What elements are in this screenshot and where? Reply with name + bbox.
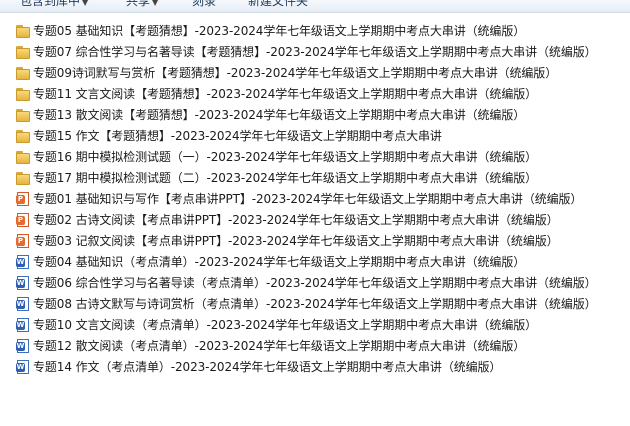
folder-icon <box>15 65 31 81</box>
file-name: 专题12 散文阅读（考点清单）-2023-2024学年七年级语文上学期期中考点大… <box>33 339 526 353</box>
file-row[interactable]: P 专题03 记叙文阅读【考点串讲PPT】-2023-2024学年七年级语文上学期… <box>0 230 630 251</box>
file-row[interactable]: W 专题14 作文（考点清单）-2023-2024学年七年级语文上学期期中考点大串… <box>0 356 630 377</box>
file-name: 专题06 综合性学习与名著导读（考点清单）-2023-2024学年七年级语文上学… <box>33 276 597 290</box>
powerpoint-file-icon: P <box>15 212 31 228</box>
share-button[interactable]: 共享 ▼ <box>126 0 158 9</box>
file-name: 专题07 综合性学习与名著导读【考题猜想】-2023-2024学年七年级语文上学… <box>33 45 597 59</box>
file-row[interactable]: 专题09诗词默写与赏析【考题猜想】-2023-2024学年七年级语文上学期期中考… <box>0 62 630 83</box>
file-name: 专题13 散文阅读【考题猜想】-2023-2024学年七年级语文上学期期中考点大… <box>33 108 526 122</box>
folder-icon <box>15 128 31 144</box>
file-name: 专题10 文言文阅读（考点清单）-2023-2024学年七年级语文上学期期中考点… <box>33 318 538 332</box>
file-row[interactable]: W 专题08 古诗文默写与诗词赏析（考点清单）-2023-2024学年七年级语文上… <box>0 293 630 314</box>
file-row[interactable]: P 专题02 古诗文阅读【考点串讲PPT】-2023-2024学年七年级语文上学期… <box>0 209 630 230</box>
include-in-library-label: 包含到库中 <box>20 0 81 8</box>
file-name: 专题02 古诗文阅读【考点串讲PPT】-2023-2024学年七年级语文上学期期… <box>33 213 559 227</box>
new-folder-button[interactable]: 新建文件夹 <box>248 0 308 9</box>
word-file-icon: W <box>15 275 31 291</box>
file-name: 专题05 基础知识【考题猜想】-2023-2024学年七年级语文上学期期中考点大… <box>33 24 526 38</box>
file-row[interactable]: W 专题04 基础知识（考点清单）-2023-2024学年七年级语文上学期期中考点… <box>0 251 630 272</box>
burn-label: 刻录 <box>192 0 217 8</box>
word-file-icon: W <box>15 254 31 270</box>
word-file-icon: W <box>15 359 31 375</box>
file-row[interactable]: 专题13 散文阅读【考题猜想】-2023-2024学年七年级语文上学期期中考点大… <box>0 104 630 125</box>
file-row[interactable]: 专题05 基础知识【考题猜想】-2023-2024学年七年级语文上学期期中考点大… <box>0 20 630 41</box>
file-row[interactable]: 专题16 期中模拟检测试题（一）-2023-2024学年七年级语文上学期期中考点… <box>0 146 630 167</box>
file-row[interactable]: W 专题12 散文阅读（考点清单）-2023-2024学年七年级语文上学期期中考点… <box>0 335 630 356</box>
file-name: 专题04 基础知识（考点清单）-2023-2024学年七年级语文上学期期中考点大… <box>33 255 526 269</box>
folder-icon <box>15 23 31 39</box>
include-in-library-arrow-icon: ▼ <box>82 0 89 7</box>
folder-icon <box>15 86 31 102</box>
file-name: 专题16 期中模拟检测试题（一）-2023-2024学年七年级语文上学期期中考点… <box>33 150 538 164</box>
file-name: 专题15 作文【考题猜想】-2023-2024学年七年级语文上学期期中考点大串讲 <box>33 129 442 143</box>
file-name: 专题08 古诗文默写与诗词赏析（考点清单）-2023-2024学年七年级语文上学… <box>33 297 597 311</box>
burn-button[interactable]: 刻录 <box>192 0 216 9</box>
word-file-icon: W <box>15 317 31 333</box>
file-row[interactable]: 专题07 综合性学习与名著导读【考题猜想】-2023-2024学年七年级语文上学… <box>0 41 630 62</box>
folder-icon <box>15 107 31 123</box>
share-label: 共享 <box>126 0 151 8</box>
new-folder-label: 新建文件夹 <box>248 0 309 8</box>
file-row[interactable]: 专题15 作文【考题猜想】-2023-2024学年七年级语文上学期期中考点大串讲 <box>0 125 630 146</box>
folder-icon <box>15 149 31 165</box>
include-in-library-button[interactable]: 包含到库中 ▼ <box>20 0 88 9</box>
file-name: 专题09诗词默写与赏析【考题猜想】-2023-2024学年七年级语文上学期期中考… <box>33 66 558 80</box>
word-file-icon: W <box>15 296 31 312</box>
file-name: 专题14 作文（考点清单）-2023-2024学年七年级语文上学期期中考点大串讲… <box>33 360 502 374</box>
word-file-icon: W <box>15 338 31 354</box>
command-bar: 包含到库中 ▼ 共享 ▼ 刻录 新建文件夹 <box>0 0 630 13</box>
folder-icon <box>15 170 31 186</box>
file-name: 专题17 期中模拟检测试题（二）-2023-2024学年七年级语文上学期期中考点… <box>33 171 538 185</box>
share-arrow-icon: ▼ <box>152 0 159 7</box>
file-row[interactable]: 专题11 文言文阅读【考题猜想】-2023-2024学年七年级语文上学期期中考点… <box>0 83 630 104</box>
file-row[interactable]: W 专题10 文言文阅读（考点清单）-2023-2024学年七年级语文上学期期中考… <box>0 314 630 335</box>
file-name: 专题03 记叙文阅读【考点串讲PPT】-2023-2024学年七年级语文上学期期… <box>33 234 559 248</box>
file-row[interactable]: 专题17 期中模拟检测试题（二）-2023-2024学年七年级语文上学期期中考点… <box>0 167 630 188</box>
file-name: 专题11 文言文阅读【考题猜想】-2023-2024学年七年级语文上学期期中考点… <box>33 87 538 101</box>
file-row[interactable]: W 专题06 综合性学习与名著导读（考点清单）-2023-2024学年七年级语文上… <box>0 272 630 293</box>
file-row[interactable]: P 专题01 基础知识与写作【考点串讲PPT】-2023-2024学年七年级语文上… <box>0 188 630 209</box>
powerpoint-file-icon: P <box>15 233 31 249</box>
powerpoint-file-icon: P <box>15 191 31 207</box>
file-list: 专题05 基础知识【考题猜想】-2023-2024学年七年级语文上学期期中考点大… <box>0 20 630 377</box>
file-name: 专题01 基础知识与写作【考点串讲PPT】-2023-2024学年七年级语文上学… <box>33 192 583 206</box>
folder-icon <box>15 44 31 60</box>
